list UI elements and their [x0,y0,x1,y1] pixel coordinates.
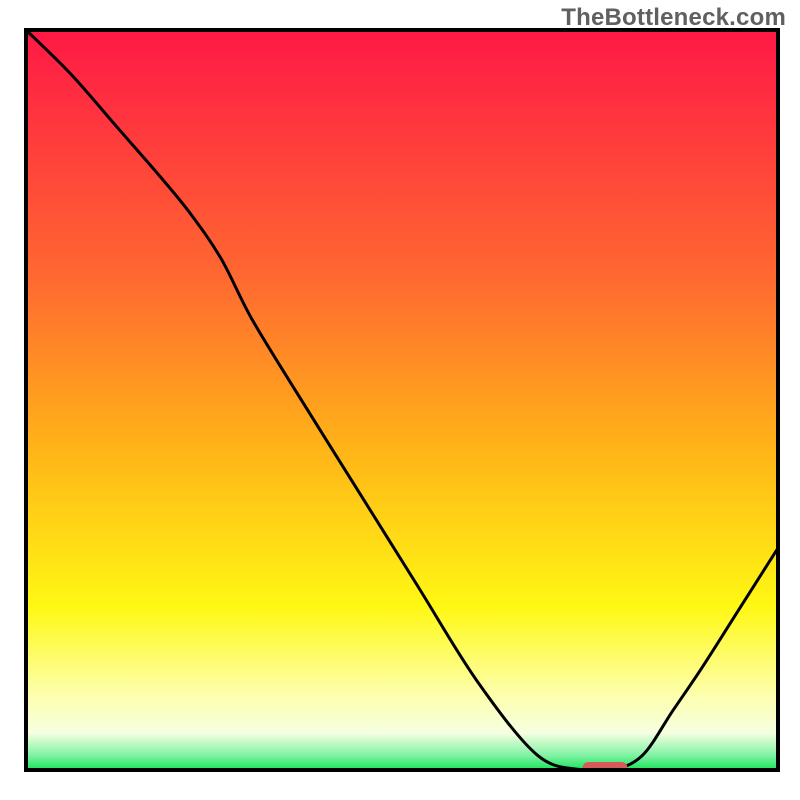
heat-background [26,30,778,770]
bottleneck-chart: { "watermark": "TheBottleneck.com", "col… [0,0,800,800]
chart-svg [0,0,800,800]
watermark-text: TheBottleneck.com [561,4,786,32]
